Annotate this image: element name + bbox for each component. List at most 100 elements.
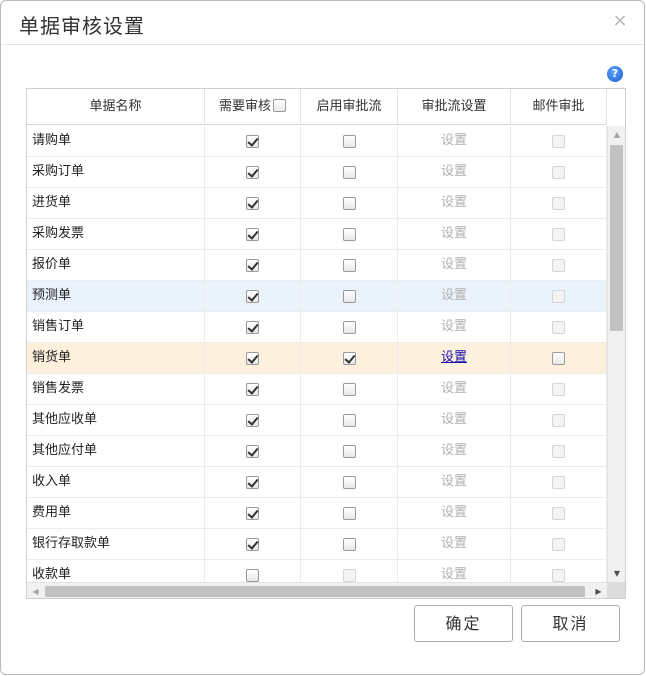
vertical-scroll-thumb[interactable] xyxy=(610,145,623,331)
flow-setting-link: 设置 xyxy=(440,505,467,520)
mail-approval-checkbox[interactable] xyxy=(552,475,565,489)
table-row[interactable]: 收入单 设置 xyxy=(27,467,607,498)
horizontal-scroll-thumb[interactable] xyxy=(45,586,585,597)
flow-setting-cell: 设置 xyxy=(398,498,511,528)
enable-flow-checkbox[interactable] xyxy=(342,444,356,458)
need-audit-checkbox[interactable] xyxy=(246,165,259,179)
enable-flow-checkbox[interactable] xyxy=(342,289,356,303)
need-audit-checkbox[interactable] xyxy=(246,196,259,210)
table-row[interactable]: 请购单 设置 xyxy=(27,126,607,157)
document-name-cell: 预测单 xyxy=(27,281,205,311)
table-row[interactable]: 进货单 设置 xyxy=(27,188,607,219)
need-audit-cell xyxy=(205,250,301,280)
need-audit-checkbox[interactable] xyxy=(246,444,259,458)
mail-approval-cell xyxy=(511,312,607,342)
enable-flow-checkbox[interactable] xyxy=(342,320,356,334)
document-name-cell: 采购发票 xyxy=(27,219,205,249)
vertical-scrollbar[interactable]: ▲ ▼ xyxy=(607,126,625,582)
flow-setting-cell: 设置 xyxy=(398,312,511,342)
enable-flow-checkbox[interactable] xyxy=(342,196,356,210)
table-row[interactable]: 费用单 设置 xyxy=(27,498,607,529)
mail-approval-checkbox[interactable] xyxy=(552,258,565,272)
table-row[interactable]: 银行存取款单 设置 xyxy=(27,529,607,560)
scroll-up-icon[interactable]: ▲ xyxy=(608,126,625,143)
table-row[interactable]: 其他应付单 设置 xyxy=(27,436,607,467)
mail-approval-cell xyxy=(511,374,607,404)
mail-approval-checkbox[interactable] xyxy=(552,320,565,334)
mail-approval-checkbox[interactable] xyxy=(552,289,565,303)
ok-button[interactable]: 确定 xyxy=(414,605,513,642)
mail-approval-cell xyxy=(511,250,607,280)
table-row[interactable]: 预测单 设置 xyxy=(27,281,607,312)
need-audit-checkbox[interactable] xyxy=(246,568,259,582)
table-row[interactable]: 采购订单 设置 xyxy=(27,157,607,188)
mail-approval-cell xyxy=(511,343,607,373)
need-audit-checkbox[interactable] xyxy=(246,382,259,396)
need-audit-checkbox[interactable] xyxy=(246,289,259,303)
need-audit-cell xyxy=(205,560,301,582)
document-name-cell: 报价单 xyxy=(27,250,205,280)
table-row[interactable]: 销售订单 设置 xyxy=(27,312,607,343)
need-audit-cell xyxy=(205,281,301,311)
flow-setting-link: 设置 xyxy=(440,288,467,303)
flow-setting-link[interactable]: 设置 xyxy=(441,343,467,373)
scroll-left-icon[interactable]: ◀ xyxy=(27,583,44,598)
table-row[interactable]: 销售发票 设置 xyxy=(27,374,607,405)
scroll-down-icon[interactable]: ▼ xyxy=(608,565,625,582)
need-audit-checkbox[interactable] xyxy=(246,413,259,427)
mail-approval-checkbox[interactable] xyxy=(552,227,565,241)
table-row[interactable]: 报价单 设置 xyxy=(27,250,607,281)
need-audit-checkbox[interactable] xyxy=(246,134,259,148)
help-icon[interactable]: ? xyxy=(607,66,623,82)
need-audit-checkbox[interactable] xyxy=(246,475,259,489)
document-name-cell: 其他应付单 xyxy=(27,436,205,466)
close-icon[interactable]: × xyxy=(610,11,630,31)
enable-flow-cell xyxy=(301,374,398,404)
enable-flow-checkbox[interactable] xyxy=(342,382,356,396)
enable-flow-checkbox[interactable] xyxy=(342,537,356,551)
select-all-audit-checkbox[interactable] xyxy=(273,99,286,112)
column-header-need-audit-label: 需要审核 xyxy=(218,99,271,114)
need-audit-checkbox[interactable] xyxy=(246,320,259,334)
need-audit-checkbox[interactable] xyxy=(246,351,259,365)
enable-flow-checkbox[interactable] xyxy=(342,165,356,179)
need-audit-checkbox[interactable] xyxy=(246,227,259,241)
mail-approval-checkbox[interactable] xyxy=(552,134,565,148)
document-name-cell: 请购单 xyxy=(27,126,205,156)
need-audit-checkbox[interactable] xyxy=(246,506,259,520)
mail-approval-checkbox[interactable] xyxy=(552,413,565,427)
mail-approval-checkbox[interactable] xyxy=(552,506,565,520)
column-header-need-audit: 需要审核 xyxy=(205,89,301,125)
flow-setting-link: 设置 xyxy=(440,536,467,551)
table-row[interactable]: 其他应收单 设置 xyxy=(27,405,607,436)
enable-flow-checkbox[interactable] xyxy=(342,568,356,582)
enable-flow-checkbox[interactable] xyxy=(342,475,356,489)
mail-approval-checkbox[interactable] xyxy=(552,444,565,458)
mail-approval-checkbox[interactable] xyxy=(552,537,565,551)
mail-approval-checkbox[interactable] xyxy=(552,568,565,582)
grid-header: 单据名称 需要审核 启用审批流 审批流设置 邮件审批 xyxy=(27,89,607,125)
scroll-right-icon[interactable]: ▶ xyxy=(590,583,607,598)
enable-flow-checkbox[interactable] xyxy=(342,134,356,148)
mail-approval-checkbox[interactable] xyxy=(552,382,565,396)
enable-flow-checkbox[interactable] xyxy=(342,351,356,365)
document-name-cell: 其他应收单 xyxy=(27,405,205,435)
enable-flow-cell xyxy=(301,281,398,311)
mail-approval-checkbox[interactable] xyxy=(552,165,565,179)
enable-flow-checkbox[interactable] xyxy=(342,413,356,427)
enable-flow-checkbox[interactable] xyxy=(342,258,356,272)
enable-flow-cell xyxy=(301,126,398,156)
table-row[interactable]: 采购发票 设置 xyxy=(27,219,607,250)
enable-flow-checkbox[interactable] xyxy=(342,227,356,241)
table-row[interactable]: 收款单 设置 xyxy=(27,560,607,582)
mail-approval-checkbox[interactable] xyxy=(552,351,565,365)
table-row[interactable]: 销货单 设置 xyxy=(27,343,607,374)
enable-flow-checkbox[interactable] xyxy=(342,506,356,520)
mail-approval-checkbox[interactable] xyxy=(552,196,565,210)
mail-approval-cell xyxy=(511,188,607,218)
horizontal-scrollbar[interactable]: ◀ ▶ xyxy=(27,582,607,598)
cancel-button[interactable]: 取消 xyxy=(521,605,620,642)
dialog-title-bar: 单据审核设置 × xyxy=(1,1,644,45)
need-audit-checkbox[interactable] xyxy=(246,258,259,272)
need-audit-checkbox[interactable] xyxy=(246,537,259,551)
